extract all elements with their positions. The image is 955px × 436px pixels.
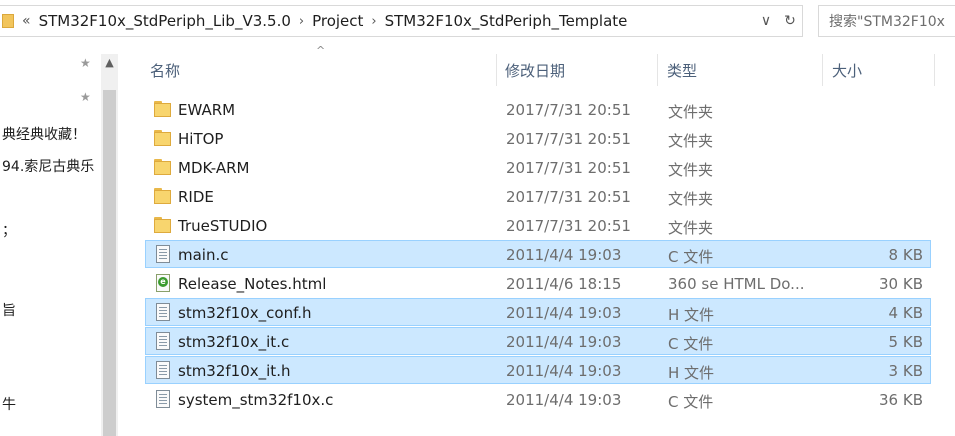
file-name: HiTOP <box>178 130 224 148</box>
html-file-icon: e <box>154 274 172 292</box>
file-row[interactable]: stm32f10x_it.c 2011/4/4 19:03 C 文件 5 KB <box>145 327 931 355</box>
refresh-icon[interactable]: ↻ <box>778 13 802 29</box>
file-name: RIDE <box>178 188 214 206</box>
file-type: C 文件 <box>668 393 714 411</box>
file-name: MDK-ARM <box>178 159 250 177</box>
nav-scrollbar[interactable]: ▲ <box>101 54 118 436</box>
file-row[interactable]: stm32f10x_it.h 2011/4/4 19:03 H 文件 3 KB <box>145 356 931 384</box>
scrollbar-thumb[interactable] <box>103 90 116 436</box>
folder-icon <box>2 14 14 28</box>
file-modified-date: 2011/4/6 18:15 <box>506 275 622 293</box>
navigation-pane: ★ ★ 典经典收藏！ 94.索尼古典乐 ； 旨 牛 ▲ <box>0 44 120 436</box>
file-size: 3 KB <box>888 362 923 380</box>
column-divider[interactable] <box>934 54 935 86</box>
file-type: 文件夹 <box>668 132 714 150</box>
h-file-icon <box>154 303 172 321</box>
file-type: H 文件 <box>668 364 715 382</box>
file-modified-date: 2011/4/4 19:03 <box>506 333 622 351</box>
file-size: 5 KB <box>888 333 923 351</box>
file-type: 文件夹 <box>668 190 714 208</box>
file-size: 30 KB <box>879 275 923 293</box>
column-divider[interactable] <box>822 54 823 86</box>
address-bar[interactable]: « STM32F10x_StdPeriph_Lib_V3.5.0 › Proje… <box>0 5 803 37</box>
file-row[interactable]: TrueSTUDIO 2017/7/31 20:51 文件夹 <box>145 211 931 239</box>
file-size: 36 KB <box>879 391 923 409</box>
file-row[interactable]: EWARM 2017/7/31 20:51 文件夹 <box>145 95 931 123</box>
file-type: 文件夹 <box>668 103 714 121</box>
file-row[interactable]: e Release_Notes.html 2011/4/6 18:15 360 se … <box>145 269 931 297</box>
file-name: EWARM <box>178 101 236 119</box>
file-name: main.c <box>178 246 229 264</box>
file-size: 8 KB <box>888 246 923 264</box>
file-name: stm32f10x_conf.h <box>178 304 312 322</box>
folder-icon <box>154 158 172 176</box>
file-modified-date: 2011/4/4 19:03 <box>506 246 622 264</box>
h-file-icon <box>154 361 172 379</box>
chevron-right-icon[interactable]: › <box>371 14 376 29</box>
file-type: H 文件 <box>668 306 715 324</box>
file-modified-date: 2017/7/31 20:51 <box>506 217 631 235</box>
file-type: 文件夹 <box>668 161 714 179</box>
file-name: stm32f10x_it.c <box>178 333 290 351</box>
file-name: system_stm32f10x.c <box>178 391 334 409</box>
nav-item[interactable]: 旨 <box>2 300 100 320</box>
file-row[interactable]: RIDE 2017/7/31 20:51 文件夹 <box>145 182 931 210</box>
nav-item[interactable]: 94.索尼古典乐 <box>2 156 100 176</box>
nav-item[interactable]: 典经典收藏！ <box>2 124 100 144</box>
breadcrumb-item-template[interactable]: STM32F10x_StdPeriph_Template <box>385 12 628 30</box>
breadcrumb-item-lib[interactable]: STM32F10x_StdPeriph_Lib_V3.5.0 <box>39 12 291 30</box>
folder-icon <box>154 100 172 118</box>
file-name: Release_Notes.html <box>178 275 327 293</box>
search-input[interactable]: 搜索"STM32F10x <box>818 5 955 37</box>
file-row[interactable]: system_stm32f10x.c 2011/4/4 19:03 C 文件 36 K… <box>145 385 931 413</box>
file-type: C 文件 <box>668 335 714 353</box>
column-divider[interactable] <box>657 54 658 86</box>
column-header-size[interactable]: 大小 <box>832 50 862 90</box>
c-file-icon <box>154 390 172 408</box>
file-modified-date: 2011/4/4 19:03 <box>506 362 622 380</box>
file-type: 文件夹 <box>668 219 714 237</box>
nav-item[interactable]: 牛 <box>2 394 100 414</box>
pin-icon[interactable]: ★ <box>80 56 91 70</box>
c-file-icon <box>154 245 172 263</box>
folder-icon <box>154 129 172 147</box>
file-row[interactable]: stm32f10x_conf.h 2011/4/4 19:03 H 文件 4 KB <box>145 298 931 326</box>
folder-icon <box>154 216 172 234</box>
nav-item[interactable]: ； <box>2 220 100 240</box>
file-modified-date: 2017/7/31 20:51 <box>506 188 631 206</box>
file-modified-date: 2017/7/31 20:51 <box>506 130 631 148</box>
column-header-date[interactable]: 修改日期 <box>505 50 565 90</box>
column-header-name[interactable]: 名称 <box>150 50 180 90</box>
sort-ascending-icon: ^ <box>316 44 326 57</box>
file-modified-date: 2011/4/4 19:03 <box>506 391 622 409</box>
file-modified-date: 2017/7/31 20:51 <box>506 101 631 119</box>
file-modified-date: 2017/7/31 20:51 <box>506 159 631 177</box>
file-type: C 文件 <box>668 248 714 266</box>
pin-icon[interactable]: ★ <box>80 90 91 104</box>
file-type: 360 se HTML Do... <box>668 275 805 293</box>
folder-icon <box>154 187 172 205</box>
file-row[interactable]: main.c 2011/4/4 19:03 C 文件 8 KB <box>145 240 931 268</box>
file-name: stm32f10x_it.h <box>178 362 291 380</box>
c-file-icon <box>154 332 172 350</box>
chevron-right-icon[interactable]: › <box>299 14 304 29</box>
file-row[interactable]: MDK-ARM 2017/7/31 20:51 文件夹 <box>145 153 931 181</box>
file-name: TrueSTUDIO <box>178 217 268 235</box>
address-dropdown-icon[interactable]: ∨ <box>754 13 778 29</box>
breadcrumb-item-project[interactable]: Project <box>312 12 363 30</box>
scroll-up-icon[interactable]: ▲ <box>101 54 118 71</box>
address-toolbar: « STM32F10x_StdPeriph_Lib_V3.5.0 › Proje… <box>0 0 955 44</box>
breadcrumb-overflow-button[interactable]: « <box>22 13 31 29</box>
file-size: 4 KB <box>888 304 923 322</box>
file-modified-date: 2011/4/4 19:03 <box>506 304 622 322</box>
column-divider[interactable] <box>496 54 497 86</box>
column-header-type[interactable]: 类型 <box>667 50 697 90</box>
file-row[interactable]: HiTOP 2017/7/31 20:51 文件夹 <box>145 124 931 152</box>
